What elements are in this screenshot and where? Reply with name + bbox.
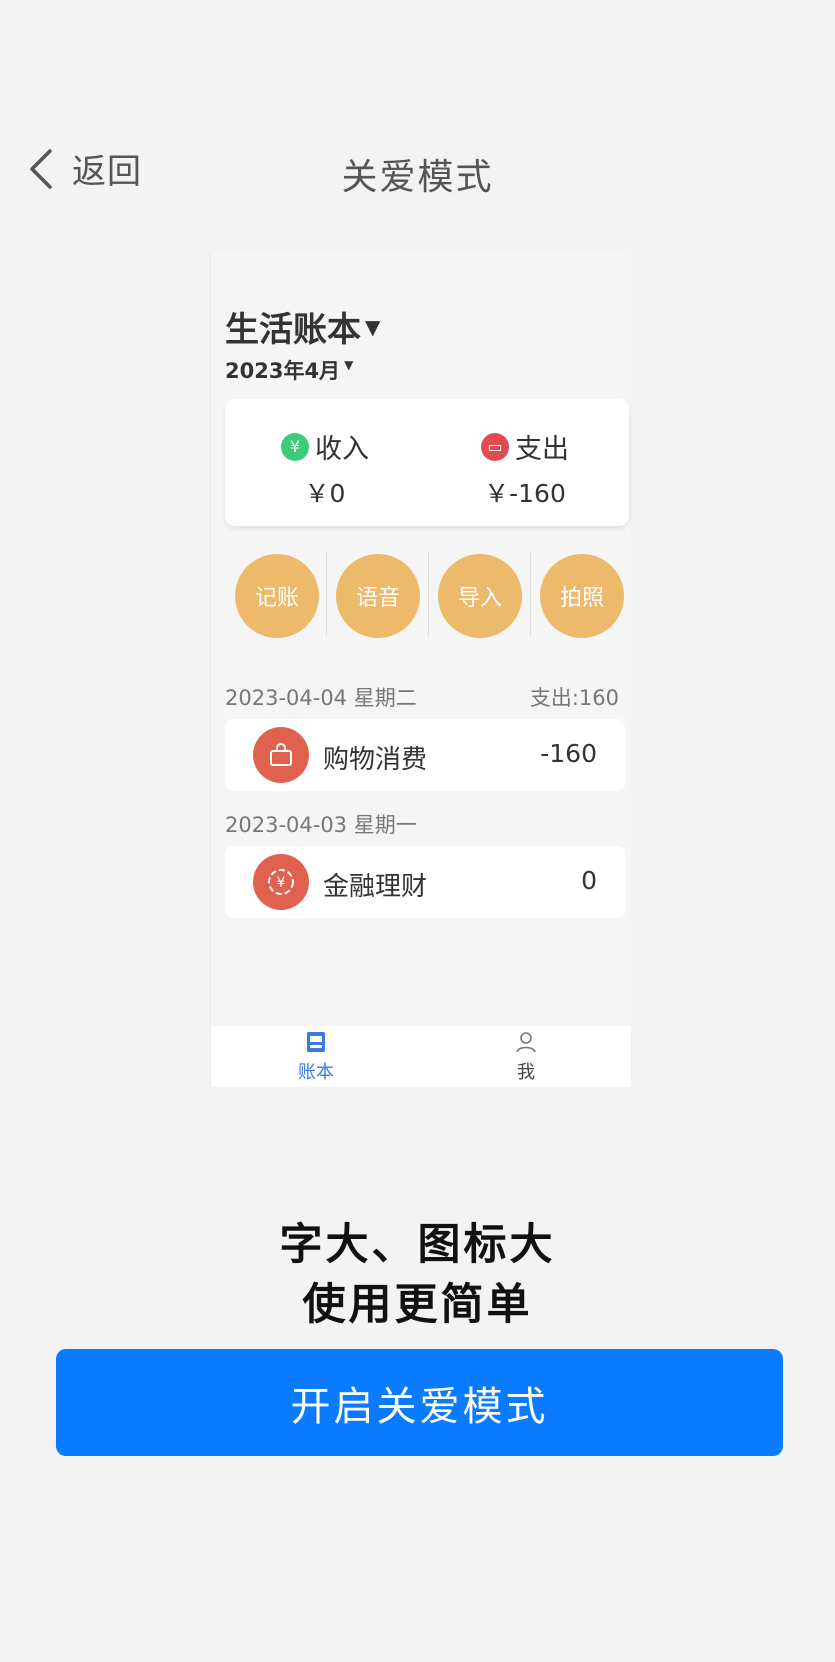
tab-me-label: 我 (517, 1062, 535, 1083)
month-label: 2023年4月 (225, 359, 341, 383)
income-label: 收入 (315, 434, 369, 465)
record-amount: 0 (581, 866, 597, 895)
promo-line-2: 使用更简单 (302, 1280, 533, 1330)
care-mode-screen: 返回 关爱模式 生活账本 ▼ 2023年4月 ▼ ¥ 收入 ￥0 ▭ 支出 ￥-… (0, 0, 835, 1662)
caret-down-icon: ▼ (344, 358, 354, 372)
caret-down-icon: ▼ (365, 314, 381, 339)
ledger-icon (307, 1032, 325, 1052)
summary-card: ¥ 收入 ￥0 ▭ 支出 ￥-160 (225, 399, 629, 526)
finance-icon: ¥ (253, 854, 309, 910)
yuan-icon: ¥ (281, 432, 309, 461)
tab-ledger: 账本 (256, 1030, 376, 1084)
expense-summary: ▭ 支出 ￥-160 (425, 427, 625, 510)
expense-value: ￥-160 (484, 479, 566, 508)
voice-button: 语音 (336, 554, 420, 638)
day-total: 支出:160 (529, 686, 619, 710)
enable-care-mode-button[interactable]: 开启关爱模式 (56, 1349, 783, 1456)
day-date: 2023-04-03 星期一 (225, 813, 417, 837)
record-category: 金融理财 (323, 872, 428, 902)
page-title: 关爱模式 (341, 157, 494, 198)
shopping-bag-icon (253, 727, 309, 783)
record-row: 购物消费 -160 (225, 719, 625, 791)
expense-label: 支出 (515, 434, 569, 465)
tab-bar: 账本 我 (211, 1026, 631, 1087)
tab-ledger-label: 账本 (298, 1062, 334, 1083)
wallet-icon: ▭ (481, 432, 509, 461)
day-header: 2023-04-04 星期二 支出:160 (225, 682, 625, 712)
month-selector: 2023年4月 ▼ (225, 355, 353, 385)
book-selector: 生活账本 ▼ (225, 302, 380, 351)
income-value: ￥0 (304, 479, 346, 508)
divider (428, 552, 429, 636)
day-date: 2023-04-04 星期二 (225, 686, 417, 710)
record-button: 记账 (235, 554, 319, 638)
book-title: 生活账本 (225, 310, 361, 350)
import-button: 导入 (438, 554, 522, 638)
photo-button: 拍照 (540, 554, 624, 638)
divider (530, 552, 531, 636)
preview-mockup: 生活账本 ▼ 2023年4月 ▼ ¥ 收入 ￥0 ▭ 支出 ￥-160 记账 语… (210, 252, 631, 1087)
record-category: 购物消费 (323, 745, 428, 775)
income-summary: ¥ 收入 ￥0 (225, 427, 425, 510)
day-header: 2023-04-03 星期一 (225, 809, 625, 839)
promo-line-1: 字大、图标大 (279, 1220, 556, 1270)
svg-text:¥: ¥ (277, 875, 286, 891)
action-buttons: 记账 语音 导入 拍照 (225, 552, 629, 642)
record-row: ¥ 金融理财 0 (225, 846, 625, 918)
top-bar: 返回 关爱模式 (0, 130, 835, 210)
user-icon (516, 1032, 536, 1053)
divider (326, 552, 327, 636)
record-amount: -160 (540, 739, 597, 768)
tab-me: 我 (466, 1030, 586, 1084)
